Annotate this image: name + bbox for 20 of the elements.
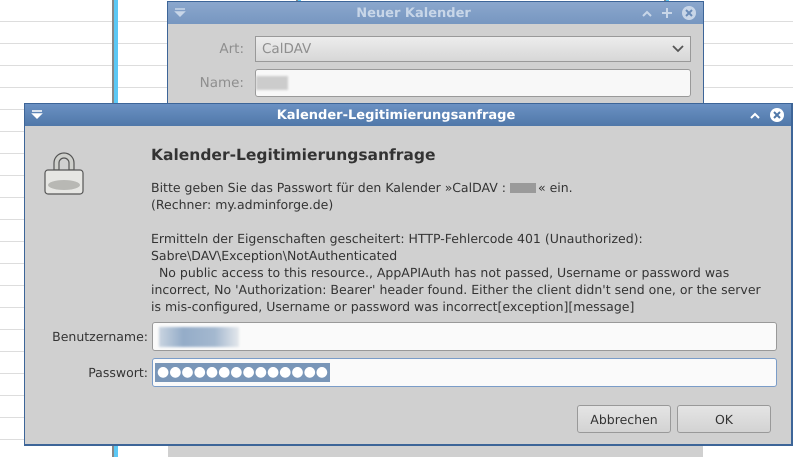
lock-icon	[43, 150, 85, 196]
field-label: Art:	[218, 41, 244, 57]
cancel-button[interactable]: Abbrechen	[577, 405, 671, 433]
field-label: Passwort:	[87, 365, 148, 380]
username-field[interactable]	[152, 322, 777, 351]
caret-icon[interactable]	[749, 110, 761, 120]
window-title: Kalender-Legitimierungsanfrage	[276, 108, 516, 122]
prompt-text: Bitte geben Sie das Passwort für den Kalender »CalDAV :	[151, 179, 506, 196]
redacted-text	[510, 182, 536, 192]
field-label: Name:	[198, 75, 244, 91]
chevron-icon	[672, 45, 684, 53]
ok-button[interactable]: OK	[677, 405, 771, 433]
host-text: (Rechner: my.adminforge.de)	[151, 196, 334, 213]
name-field[interactable]	[255, 69, 691, 97]
close-icon[interactable]	[769, 107, 785, 123]
window-title: Neuer Kalender	[355, 6, 472, 20]
field-label: Benutzername:	[51, 329, 148, 344]
dialog-heading: Kalender-Legitimierungsanfrage	[151, 146, 436, 164]
error-message: Ermitteln der Eigenschaften gescheitert: HTTP-Fehlercode 401 (Unauthorized): Sabre\DAV\Exception\NotAuthenticated No public access to this resource., AppAPIAuth has not passed, Username or password was incorrect, No 'Authorization: Bearer' header found. Either the client didn't send one, or the server is mis-configured, Username or password was incorrect[exception][message]	[151, 230, 761, 315]
prompt-text: « ein.	[538, 179, 573, 196]
